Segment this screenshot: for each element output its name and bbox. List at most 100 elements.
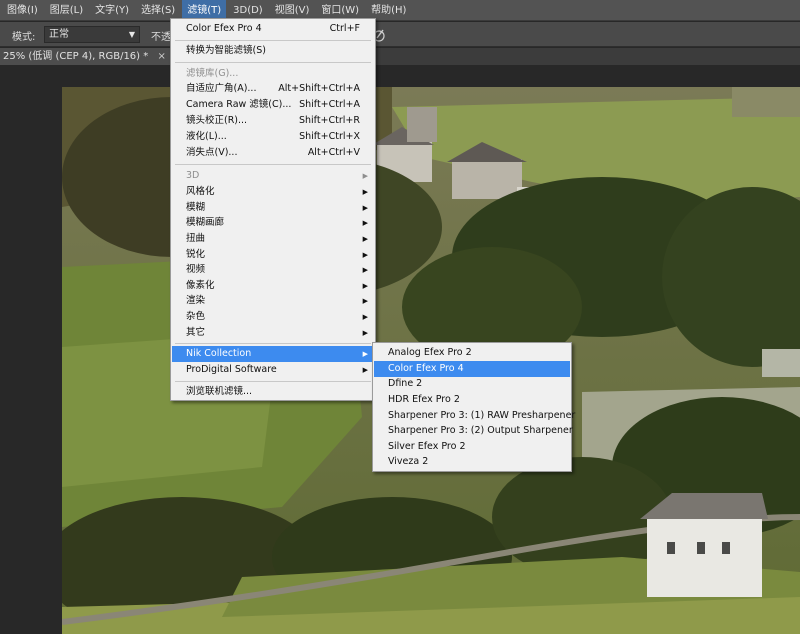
menu-item-label: 锐化	[186, 249, 206, 260]
menu-item-label: 3D	[186, 170, 200, 181]
menu-item-video[interactable]: 视频 ▶	[172, 262, 374, 278]
menu-item-label: Analog Efex Pro 2	[388, 347, 472, 358]
shortcut: Shift+Ctrl+X	[299, 131, 360, 142]
submenu-arrow-icon: ▶	[362, 204, 368, 212]
menu-item-label: 模糊画廊	[186, 217, 225, 228]
menu-item-sharpen[interactable]: 锐化 ▶	[172, 247, 374, 263]
submenu-item-dfine[interactable]: Dfine 2	[374, 376, 570, 392]
menu-item-label: 镜头校正(R)...	[186, 115, 248, 126]
menu-item-label: 自适应广角(A)...	[186, 83, 257, 94]
menu-item-liquify[interactable]: 液化(L)... Shift+Ctrl+X	[172, 129, 374, 145]
menu-item-label: Color Efex Pro 4	[388, 363, 464, 374]
options-bar: 模式: 正常 ▼ 不透	[0, 22, 800, 47]
menu-item-label: 液化(L)...	[186, 131, 227, 142]
menu-item-label: HDR Efex Pro 2	[388, 394, 460, 405]
submenu-item-hdr-efex[interactable]: HDR Efex Pro 2	[374, 392, 570, 408]
menu-separator	[175, 381, 371, 382]
mode-select[interactable]: 正常 ▼	[44, 26, 140, 43]
menu-item-label: 模糊	[186, 202, 206, 213]
menu-item-distort[interactable]: 扭曲 ▶	[172, 231, 374, 247]
menu-item-label: Viveza 2	[388, 456, 429, 467]
menu-item-label: 转换为智能滤镜(S)	[186, 45, 266, 56]
menu-item-nik-collection[interactable]: Nik Collection ▶	[172, 346, 374, 362]
shortcut: Shift+Ctrl+A	[299, 99, 360, 110]
menu-item-last-filter[interactable]: Color Efex Pro 4 Ctrl+F	[172, 21, 374, 37]
menu-layer[interactable]: 图层(L)	[45, 0, 88, 21]
submenu-item-sharpener-raw[interactable]: Sharpener Pro 3: (1) RAW Presharpener	[374, 408, 575, 424]
shortcut: Alt+Shift+Ctrl+A	[278, 83, 360, 94]
shortcut: Shift+Ctrl+R	[298, 115, 360, 126]
menu-item-label: Camera Raw 滤镜(C)...	[186, 99, 292, 110]
submenu-arrow-icon: ▶	[362, 251, 368, 259]
submenu-arrow-icon: ▶	[362, 329, 368, 337]
menu-item-adaptive-wide-angle[interactable]: 自适应广角(A)... Alt+Shift+Ctrl+A	[172, 81, 374, 97]
menu-item-label: Color Efex Pro 4	[186, 23, 262, 34]
menu-item-other[interactable]: 其它 ▶	[172, 325, 374, 341]
menu-item-prodigital-software[interactable]: ProDigital Software ▶	[172, 362, 374, 378]
close-icon[interactable]: ×	[157, 51, 165, 62]
submenu-item-silver-efex[interactable]: Silver Efex Pro 2	[374, 439, 570, 455]
menu-separator	[175, 343, 371, 344]
menu-item-filter-gallery: 滤镜库(G)...	[172, 66, 374, 82]
menu-type[interactable]: 文字(Y)	[90, 0, 134, 21]
menu-item-label: 浏览联机滤镜...	[186, 386, 253, 397]
menu-item-browse-online-filters[interactable]: 浏览联机滤镜...	[172, 384, 374, 400]
menu-item-vanishing-point[interactable]: 消失点(V)... Alt+Ctrl+V	[172, 145, 374, 161]
menu-item-pixelate[interactable]: 像素化 ▶	[172, 278, 374, 294]
menu-item-stylize[interactable]: 风格化 ▶	[172, 184, 374, 200]
menu-item-camera-raw[interactable]: Camera Raw 滤镜(C)... Shift+Ctrl+A	[172, 97, 374, 113]
submenu-arrow-icon: ▶	[362, 172, 368, 180]
submenu-arrow-icon: ▶	[362, 235, 368, 243]
menu-item-label: Sharpener Pro 3: (1) RAW Presharpener	[388, 410, 576, 421]
nik-collection-submenu: Analog Efex Pro 2 Color Efex Pro 4 Dfine…	[372, 342, 575, 472]
submenu-item-analog-efex[interactable]: Analog Efex Pro 2	[374, 345, 570, 361]
menu-separator	[175, 164, 371, 165]
submenu-arrow-icon: ▶	[362, 282, 368, 290]
document-tab[interactable]: 25% (低调 (CEP 4), RGB/16) * ×	[0, 48, 172, 65]
menu-item-blur[interactable]: 模糊 ▶	[172, 200, 374, 216]
submenu-arrow-icon: ▶	[362, 297, 368, 305]
submenu-arrow-icon: ▶	[362, 219, 368, 227]
menu-item-label: 滤镜库(G)...	[186, 68, 239, 79]
menu-item-label: ProDigital Software	[186, 364, 277, 375]
menu-item-convert-smart-filter[interactable]: 转换为智能滤镜(S)	[172, 43, 374, 59]
menu-item-label: 风格化	[186, 186, 215, 197]
menu-item-label: 扭曲	[186, 233, 206, 244]
submenu-arrow-icon: ▶	[362, 188, 368, 196]
document-tab-row: 25% (低调 (CEP 4), RGB/16) * ×	[0, 48, 800, 65]
document-tab-title: 25% (低调 (CEP 4), RGB/16) *	[3, 51, 149, 62]
menu-image[interactable]: 图像(I)	[2, 0, 43, 21]
submenu-item-viveza[interactable]: Viveza 2	[374, 454, 570, 470]
menu-item-label: 渲染	[186, 295, 206, 306]
submenu-arrow-icon: ▶	[362, 313, 368, 321]
menu-item-noise[interactable]: 杂色 ▶	[172, 309, 374, 325]
menu-separator	[175, 62, 371, 63]
filter-menu: Color Efex Pro 4 Ctrl+F 转换为智能滤镜(S) 滤镜库(G…	[170, 18, 376, 401]
menu-item-label: Dfine 2	[388, 378, 423, 389]
menu-item-render[interactable]: 渲染 ▶	[172, 293, 374, 309]
menu-item-label: Silver Efex Pro 2	[388, 441, 466, 452]
shortcut: Ctrl+F	[329, 23, 360, 34]
menu-item-label: Nik Collection	[186, 348, 252, 359]
submenu-arrow-icon: ▶	[362, 350, 368, 358]
menu-item-blur-gallery[interactable]: 模糊画廊 ▶	[172, 215, 374, 231]
menu-item-label: 消失点(V)...	[186, 147, 238, 158]
menu-item-label: 像素化	[186, 280, 215, 291]
menu-item-label: 其它	[186, 327, 206, 338]
submenu-item-color-efex[interactable]: Color Efex Pro 4	[374, 361, 570, 377]
submenu-arrow-icon: ▶	[362, 366, 368, 374]
menu-item-lens-correction[interactable]: 镜头校正(R)... Shift+Ctrl+R	[172, 113, 374, 129]
opacity-label: 不透	[151, 32, 171, 43]
mode-value: 正常	[49, 29, 69, 40]
mode-label: 模式:	[12, 32, 36, 43]
menu-item-label: Sharpener Pro 3: (2) Output Sharpener	[388, 425, 573, 436]
submenu-item-sharpener-output[interactable]: Sharpener Pro 3: (2) Output Sharpener	[374, 423, 573, 439]
menu-item-3d: 3D ▶	[172, 168, 374, 184]
menu-item-label: 视频	[186, 264, 206, 275]
shortcut: Alt+Ctrl+V	[307, 147, 360, 158]
menu-bar: 图像(I) 图层(L) 文字(Y) 选择(S) 滤镜(T) 3D(D) 视图(V…	[0, 0, 800, 21]
chevron-down-icon: ▼	[128, 30, 135, 39]
menu-item-label: 杂色	[186, 311, 206, 322]
submenu-arrow-icon: ▶	[362, 266, 368, 274]
menu-separator	[175, 40, 371, 41]
